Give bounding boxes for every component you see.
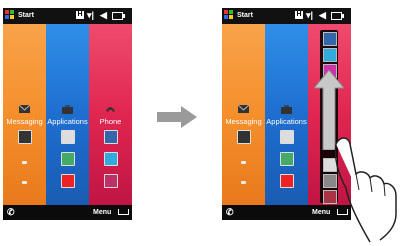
- phone-key-icon[interactable]: ✆: [226, 207, 234, 218]
- windows-start-icon[interactable]: [224, 10, 234, 20]
- start-label[interactable]: Start: [237, 12, 253, 19]
- message-tile[interactable]: [237, 130, 251, 144]
- volume-icon[interactable]: ◀: [319, 10, 326, 20]
- message-tile[interactable]: [18, 130, 32, 144]
- contact-tile[interactable]: [104, 152, 118, 166]
- panel-messaging[interactable]: Messaging: [3, 24, 46, 205]
- contact-tile[interactable]: [104, 130, 118, 144]
- contact-tile[interactable]: [104, 174, 118, 188]
- menu-button[interactable]: Menu: [93, 209, 111, 216]
- briefcase-icon: [62, 105, 73, 114]
- windows-start-icon[interactable]: [5, 10, 15, 20]
- volume-icon[interactable]: ◀: [100, 10, 107, 20]
- battery-icon: [112, 12, 125, 20]
- list-dot: [22, 161, 27, 164]
- handset-icon: [106, 107, 115, 112]
- app-tile[interactable]: [280, 174, 294, 188]
- list-dot: [22, 181, 27, 184]
- app-tile[interactable]: [61, 152, 75, 166]
- keyboard-icon[interactable]: [118, 209, 129, 215]
- panel-applications[interactable]: Applications: [46, 24, 89, 205]
- battery-icon: [331, 12, 344, 20]
- phone-screen-before: Start H ▾| ◀ Messaging Applications Phon…: [3, 8, 132, 220]
- signal-icon: ▾|: [306, 10, 314, 20]
- phone-key-icon[interactable]: ✆: [7, 207, 15, 218]
- panel-label-messaging: Messaging: [6, 117, 43, 126]
- briefcase-icon: [281, 105, 292, 114]
- panel-messaging[interactable]: Messaging: [222, 24, 265, 205]
- signal-icon: ▾|: [87, 10, 95, 20]
- pointing-hand-icon: [334, 137, 397, 243]
- panel-applications[interactable]: Applications: [265, 24, 308, 205]
- network-h-icon: H: [295, 11, 303, 19]
- app-tile[interactable]: [61, 174, 75, 188]
- status-bar: Start H ▾| ◀: [222, 8, 351, 24]
- status-bar: Start H ▾| ◀: [3, 8, 132, 24]
- network-h-icon: H: [76, 11, 84, 19]
- right-arrow-icon: [157, 106, 197, 128]
- envelope-icon: [238, 105, 249, 113]
- app-tile[interactable]: [61, 130, 75, 144]
- panel-label-applications: Applications: [266, 117, 307, 126]
- contact-tile[interactable]: [323, 32, 337, 46]
- list-dot: [241, 161, 246, 164]
- panel-label-applications: Applications: [47, 117, 88, 126]
- contact-tile[interactable]: [323, 48, 337, 62]
- envelope-icon: [19, 105, 30, 113]
- panel-label-phone: Phone: [99, 117, 122, 126]
- app-tile[interactable]: [280, 130, 294, 144]
- soft-key-bar: ✆ Menu: [3, 205, 132, 220]
- panel-phone[interactable]: Phone: [89, 24, 132, 205]
- start-label[interactable]: Start: [18, 12, 34, 19]
- app-tile[interactable]: [280, 152, 294, 166]
- home-panels: Messaging Applications Phone: [3, 24, 132, 205]
- list-dot: [241, 181, 246, 184]
- panel-label-messaging: Messaging: [225, 117, 262, 126]
